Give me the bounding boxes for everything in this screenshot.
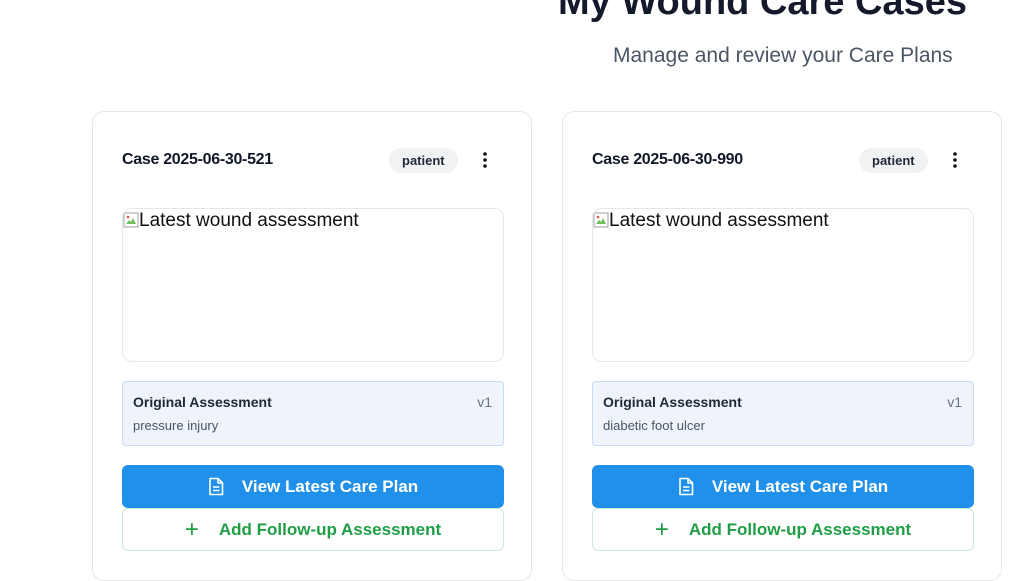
assessment-version: v1 xyxy=(947,394,962,410)
case-title: Case 2025-06-30-521 xyxy=(122,151,273,168)
case-card: Case 2025-06-30-990 patient Latest wound… xyxy=(562,111,1002,581)
view-care-plan-label: View Latest Care Plan xyxy=(711,476,889,496)
add-follow-up-label: Add Follow-up Assessment xyxy=(688,519,912,539)
image-alt-text: Latest wound assessment xyxy=(609,210,829,231)
view-care-plan-button[interactable]: View Latest Care Plan xyxy=(122,465,504,508)
wound-image: Latest wound assessment xyxy=(593,209,829,233)
role-badge: patient xyxy=(389,148,458,173)
assessment-label: Original Assessment xyxy=(133,394,272,410)
wound-image-container: Latest wound assessment xyxy=(592,208,974,362)
vertical-ellipsis-icon xyxy=(953,152,957,168)
view-care-plan-label: View Latest Care Plan xyxy=(241,476,419,496)
page-title: My Wound Care Cases xyxy=(558,0,967,23)
broken-image-icon xyxy=(123,212,139,228)
case-card: Case 2025-06-30-521 patient Latest wound… xyxy=(92,111,532,581)
assessment-summary[interactable]: Original Assessment v1 diabetic foot ulc… xyxy=(592,381,974,446)
wound-image-container: Latest wound assessment xyxy=(122,208,504,362)
vertical-ellipsis-icon xyxy=(483,152,487,168)
plus-icon: + xyxy=(654,515,669,543)
role-badge: patient xyxy=(859,148,928,173)
plus-icon: + xyxy=(184,515,199,543)
wound-type: pressure injury xyxy=(133,418,219,433)
document-icon xyxy=(208,477,224,496)
more-options-button[interactable] xyxy=(474,149,496,171)
more-options-button[interactable] xyxy=(944,149,966,171)
wound-type: diabetic foot ulcer xyxy=(603,418,705,433)
add-follow-up-button[interactable]: + Add Follow-up Assessment xyxy=(592,508,974,551)
add-follow-up-button[interactable]: + Add Follow-up Assessment xyxy=(122,508,504,551)
page-subtitle: Manage and review your Care Plans xyxy=(613,44,953,67)
case-title: Case 2025-06-30-990 xyxy=(592,151,743,168)
image-alt-text: Latest wound assessment xyxy=(139,210,359,231)
add-follow-up-label: Add Follow-up Assessment xyxy=(218,519,442,539)
assessment-summary[interactable]: Original Assessment v1 pressure injury xyxy=(122,381,504,446)
view-care-plan-button[interactable]: View Latest Care Plan xyxy=(592,465,974,508)
document-icon xyxy=(678,477,694,496)
broken-image-icon xyxy=(593,212,609,228)
assessment-label: Original Assessment xyxy=(603,394,742,410)
wound-image: Latest wound assessment xyxy=(123,209,359,233)
assessment-version: v1 xyxy=(477,394,492,410)
